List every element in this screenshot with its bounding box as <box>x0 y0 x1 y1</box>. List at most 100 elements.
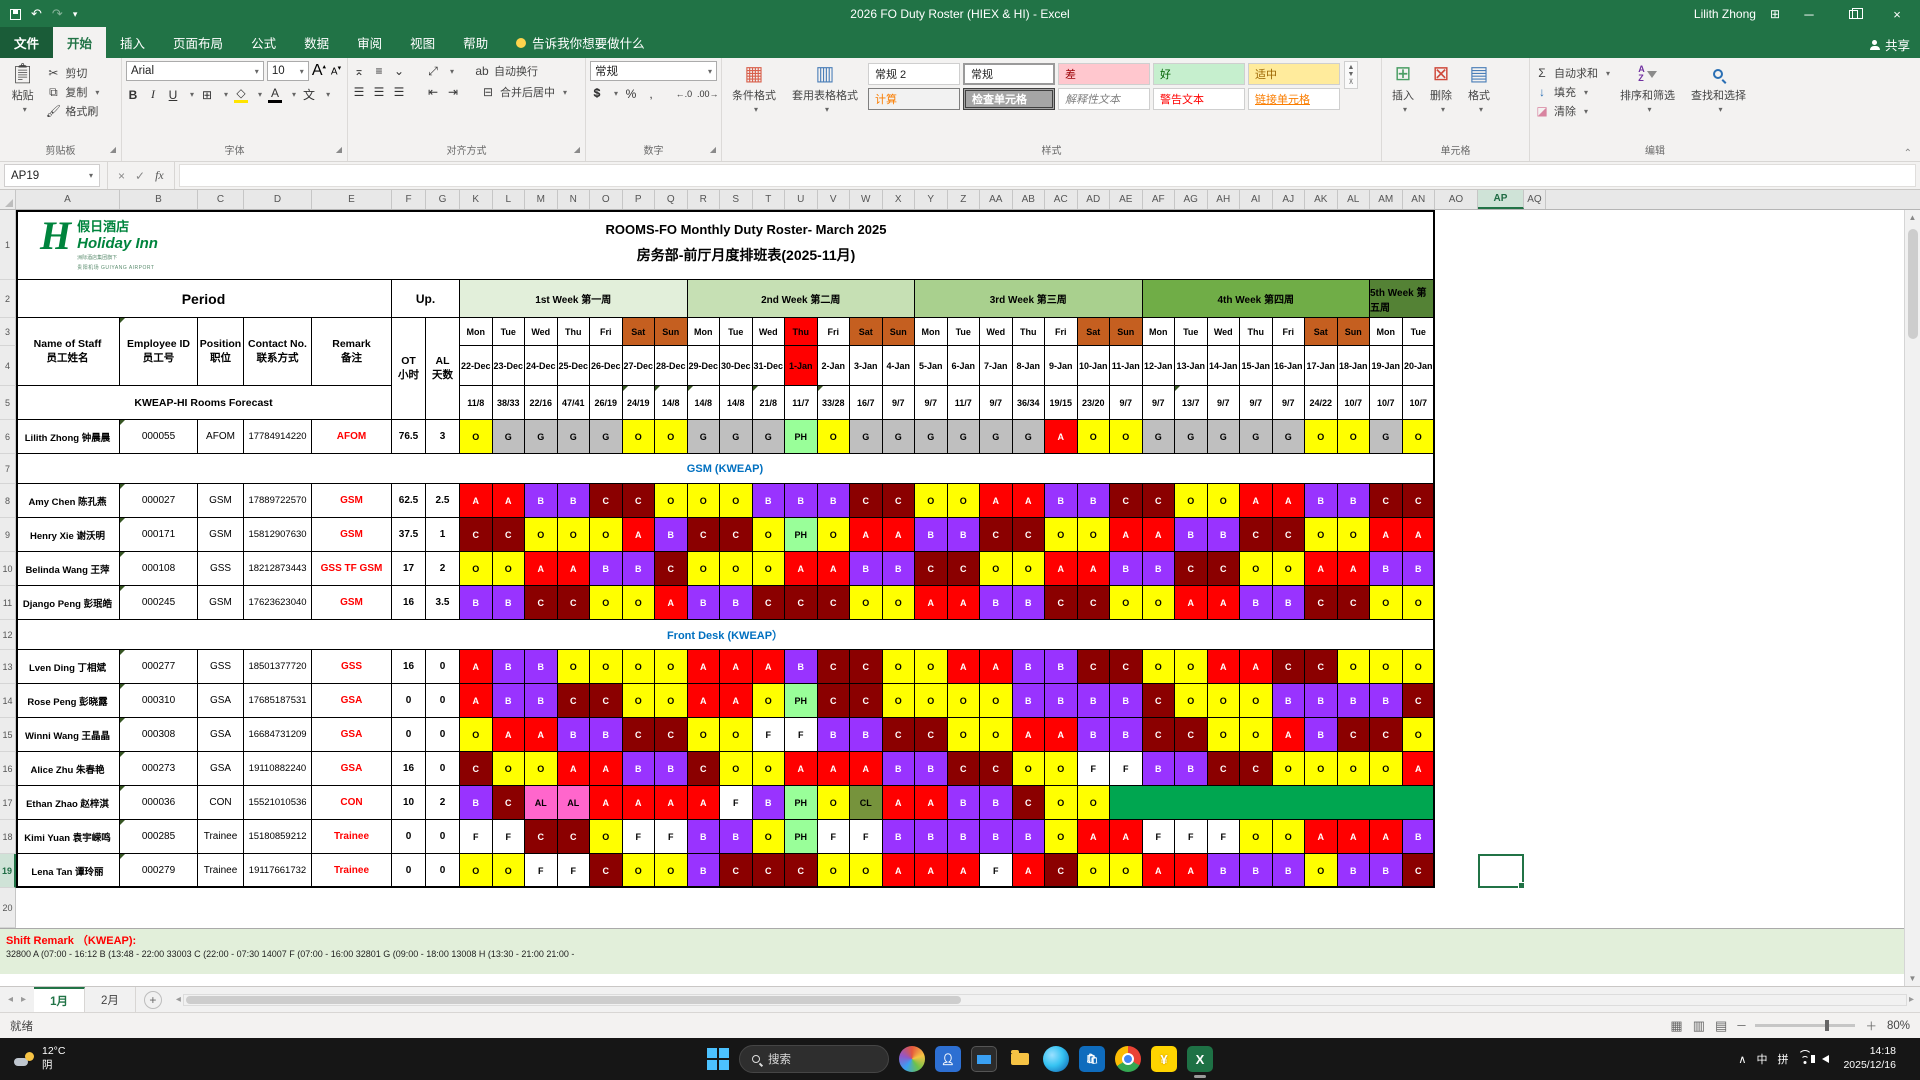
shift-cell[interactable]: C <box>850 684 883 718</box>
cell-style-警告文本[interactable]: 警告文本 <box>1153 88 1245 110</box>
shift-cell[interactable]: O <box>590 518 623 552</box>
zoom-slider-thumb[interactable] <box>1825 1020 1829 1031</box>
column-header-AL[interactable]: AL <box>1338 190 1371 209</box>
remark-cell[interactable]: Trainee <box>312 820 392 854</box>
shift-cell[interactable]: C <box>1175 718 1208 752</box>
shift-cell[interactable]: B <box>558 484 591 518</box>
staff-name-cell[interactable]: Lilith Zhong 钟晨晨 <box>16 420 120 454</box>
shift-cell[interactable]: G <box>1240 420 1273 454</box>
shift-cell[interactable]: B <box>1403 820 1436 854</box>
shift-cell[interactable]: O <box>655 854 688 888</box>
column-header-AD[interactable]: AD <box>1078 190 1111 209</box>
hscroll-right-icon[interactable]: ▸ <box>1909 994 1914 1005</box>
column-header-AE[interactable]: AE <box>1110 190 1143 209</box>
paste-button[interactable]: 📋︎ 粘贴▾ <box>4 61 41 116</box>
shift-cell[interactable]: O <box>1240 718 1273 752</box>
position-cell[interactable]: Trainee <box>198 854 244 888</box>
shift-cell[interactable]: C <box>883 484 916 518</box>
shift-cell[interactable]: O <box>590 586 623 620</box>
shift-cell[interactable]: A <box>1305 552 1338 586</box>
shift-cell[interactable]: A <box>1143 854 1176 888</box>
shift-cell[interactable]: A <box>688 650 721 684</box>
shift-cell[interactable]: O <box>1370 752 1403 786</box>
shift-cell[interactable]: O <box>1078 786 1111 820</box>
shift-cell[interactable]: B <box>720 586 753 620</box>
cell-style-常规[interactable]: 常规 <box>963 63 1055 85</box>
shift-cell[interactable]: A <box>1175 854 1208 888</box>
shift-cell[interactable]: C <box>818 650 851 684</box>
forecast-cell[interactable]: 26/19 <box>590 386 623 420</box>
shift-cell[interactable]: O <box>1338 420 1371 454</box>
shift-cell[interactable]: O <box>1403 586 1436 620</box>
hscroll-left-icon[interactable]: ◂ <box>176 994 181 1005</box>
forecast-cell[interactable]: 10/7 <box>1370 386 1403 420</box>
shift-cell[interactable]: AL <box>525 786 558 820</box>
shift-cell[interactable]: O <box>720 484 753 518</box>
staff-name-cell[interactable]: Winni Wang 王晶晶 <box>16 718 120 752</box>
shift-cell[interactable]: O <box>883 586 916 620</box>
shift-cell[interactable]: B <box>1338 484 1371 518</box>
shift-cell[interactable]: C <box>948 552 981 586</box>
remark-cell[interactable]: GSS <box>312 650 392 684</box>
shift-cell[interactable]: A <box>948 854 981 888</box>
shift-cell[interactable]: O <box>1370 586 1403 620</box>
cell-style-计算[interactable]: 计算 <box>868 88 960 110</box>
shift-cell[interactable]: B <box>915 752 948 786</box>
shift-cell[interactable]: G <box>753 420 786 454</box>
column-header-L[interactable]: L <box>493 190 526 209</box>
row-header-11[interactable]: 11 <box>0 586 16 620</box>
column-header-D[interactable]: D <box>244 190 312 209</box>
delete-cells-button[interactable]: ⊠删除▾ <box>1424 61 1458 116</box>
shift-cell[interactable]: F <box>460 820 493 854</box>
column-header-U[interactable]: U <box>785 190 818 209</box>
page-layout-view-icon[interactable]: ▥ <box>1693 1018 1705 1034</box>
sheet-nav-right-icon[interactable]: ▸ <box>21 994 26 1005</box>
menu-tab-file[interactable]: 文件 <box>0 27 53 58</box>
conditional-formatting-button[interactable]: ▦ 条件格式▾ <box>726 61 782 116</box>
shift-cell[interactable]: F <box>655 820 688 854</box>
shift-cell[interactable]: A <box>720 684 753 718</box>
shift-cell[interactable]: O <box>1110 586 1143 620</box>
shift-cell[interactable]: C <box>590 684 623 718</box>
shift-cell[interactable]: O <box>460 854 493 888</box>
shift-cell[interactable]: A <box>818 752 851 786</box>
shift-cell[interactable]: F <box>785 718 818 752</box>
normal-view-icon[interactable]: ▦ <box>1670 1018 1682 1034</box>
column-header-C[interactable]: C <box>198 190 244 209</box>
save-icon[interactable] <box>10 9 21 20</box>
shift-cell[interactable]: C <box>980 752 1013 786</box>
copy-button[interactable]: ⧉复制▾ <box>45 84 99 100</box>
shift-cell[interactable]: B <box>460 586 493 620</box>
row-header-1[interactable]: 1 <box>0 210 16 280</box>
shift-cell[interactable]: B <box>785 650 818 684</box>
shift-cell[interactable]: C <box>688 518 721 552</box>
phonetic-button[interactable]: 文 <box>302 86 316 103</box>
shift-cell[interactable]: B <box>688 854 721 888</box>
zoom-out-icon[interactable]: ─ <box>1737 1020 1745 1032</box>
shift-cell[interactable]: C <box>1370 484 1403 518</box>
shift-cell[interactable]: O <box>1208 484 1241 518</box>
position-cell[interactable]: AFOM <box>198 420 244 454</box>
shift-cell[interactable]: A <box>915 854 948 888</box>
shift-cell[interactable]: C <box>720 854 753 888</box>
scroll-down-icon[interactable]: ▼ <box>1909 971 1917 986</box>
shift-cell[interactable]: A <box>1240 650 1273 684</box>
decrease-decimal-button[interactable]: .00→ <box>697 89 717 99</box>
contact-cell[interactable]: 17784914220 <box>244 420 312 454</box>
shift-cell[interactable]: A <box>623 518 656 552</box>
comma-style-button[interactable]: , <box>644 87 658 101</box>
remark-cell[interactable]: GSM <box>312 586 392 620</box>
shift-cell[interactable]: F <box>1078 752 1111 786</box>
position-cell[interactable]: GSS <box>198 650 244 684</box>
employee-id-cell[interactable]: 000310 <box>120 684 198 718</box>
shift-cell[interactable]: G <box>720 420 753 454</box>
decrease-indent-icon[interactable]: ⇤ <box>426 85 440 99</box>
align-right-icon[interactable]: ☰ <box>392 85 406 99</box>
shift-cell[interactable]: O <box>688 484 721 518</box>
shift-cell[interactable]: B <box>688 586 721 620</box>
clear-button[interactable]: ◪清除▾ <box>1534 103 1610 119</box>
remark-cell[interactable]: GSM <box>312 484 392 518</box>
remark-cell[interactable]: GSA <box>312 718 392 752</box>
shift-cell[interactable]: G <box>915 420 948 454</box>
shift-cell[interactable]: C <box>623 484 656 518</box>
